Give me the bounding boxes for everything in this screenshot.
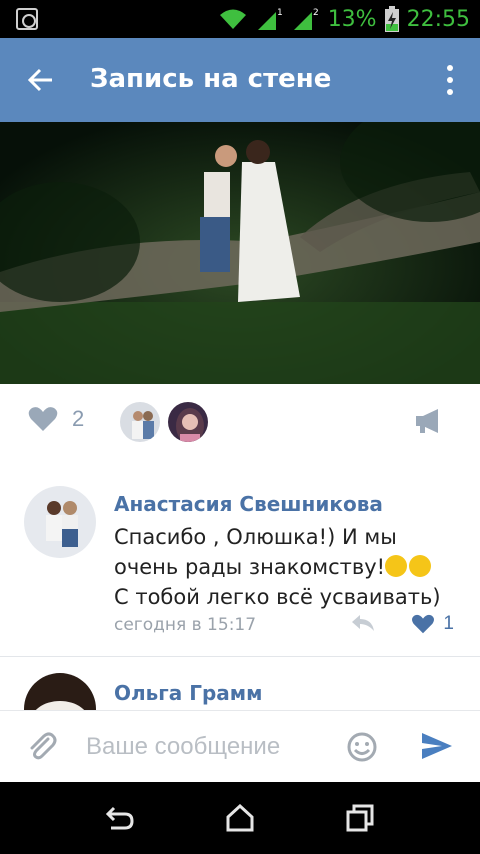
post-like-count: 2 <box>72 406 85 431</box>
screen: 1 2 13% 22:55 Запись на стене 2 Анастаси… <box>0 0 480 854</box>
comment-item[interactable]: Ольга Грамм <box>0 657 480 710</box>
reply-button[interactable] <box>350 613 376 638</box>
comment-item[interactable]: Анастасия Свешникова Спасибо , Олюшка!) … <box>0 460 480 656</box>
home-nav-icon <box>226 804 254 832</box>
more-vertical-icon <box>447 65 453 71</box>
sim2-label: 2 <box>313 8 319 18</box>
liker-avatar[interactable] <box>118 400 162 444</box>
liker-avatar[interactable] <box>166 400 210 444</box>
comment-author[interactable]: Анастасия Свешникова <box>114 492 383 516</box>
avatar <box>120 402 160 442</box>
clock: 22:55 <box>406 6 470 32</box>
smiley-icon <box>347 732 377 762</box>
post-like-button[interactable]: 2 <box>28 406 84 432</box>
avatar <box>24 673 96 710</box>
wedding-photo-image <box>0 122 480 384</box>
paperclip-icon <box>30 732 57 760</box>
send-icon <box>422 733 452 759</box>
status-indicators: 1 2 13% 22:55 <box>218 0 470 38</box>
status-bar: 1 2 13% 22:55 <box>0 0 480 38</box>
comment-like-count: 1 <box>443 613 454 634</box>
kissing-face-emoji <box>409 555 432 577</box>
signal-sim2-icon: 2 <box>293 8 319 30</box>
recents-nav-icon <box>346 804 374 832</box>
post-actions: 2 <box>0 384 480 460</box>
heart-icon <box>412 614 435 634</box>
send-button[interactable] <box>420 731 454 766</box>
signal-sim1-icon: 1 <box>257 8 283 30</box>
comment-text-main: Спасибо , Олюшка!) И мы очень рады знако… <box>114 525 397 579</box>
avatar <box>168 402 208 442</box>
comment-author-avatar[interactable] <box>24 486 96 558</box>
app-bar: Запись на стене <box>0 38 480 122</box>
reply-icon <box>352 615 374 631</box>
comment-text: Спасибо , Олюшка!) И мы очень рады знако… <box>114 522 464 612</box>
page-title: Запись на стене <box>90 64 332 94</box>
battery-percent: 13% <box>327 6 377 32</box>
back-nav-icon <box>105 806 134 830</box>
smiling-face-emoji <box>385 555 408 577</box>
wifi-icon <box>219 9 246 29</box>
heart-icon <box>28 407 58 431</box>
more-menu-button[interactable] <box>438 58 462 102</box>
megaphone-icon <box>416 409 438 433</box>
post-photo[interactable] <box>0 122 480 384</box>
avatar <box>24 486 96 558</box>
comment-author-avatar[interactable] <box>24 673 96 710</box>
comment-author[interactable]: Ольга Грамм <box>114 681 262 705</box>
nav-recents-button[interactable] <box>340 800 380 836</box>
comment-time: сегодня в 15:17 <box>114 615 257 635</box>
navigation-bar <box>0 782 480 854</box>
back-button[interactable] <box>18 58 64 102</box>
nav-home-button[interactable] <box>220 800 260 836</box>
attach-button[interactable] <box>26 731 58 768</box>
share-button[interactable] <box>414 408 442 439</box>
message-composer <box>0 710 480 782</box>
sim1-label: 1 <box>277 8 283 18</box>
message-input[interactable] <box>86 727 326 767</box>
comment-text-tail: С тобой легко всё усваивать) <box>114 585 441 609</box>
comments-list: Анастасия Свешникова Спасибо , Олюшка!) … <box>0 460 480 710</box>
nav-back-button[interactable] <box>100 800 140 836</box>
arrow-left-icon <box>28 68 52 92</box>
screenshot-icon <box>16 8 38 30</box>
comment-like-button[interactable]: 1 <box>411 613 454 635</box>
emoji-button[interactable] <box>346 731 378 768</box>
battery-charging-icon <box>384 6 399 32</box>
